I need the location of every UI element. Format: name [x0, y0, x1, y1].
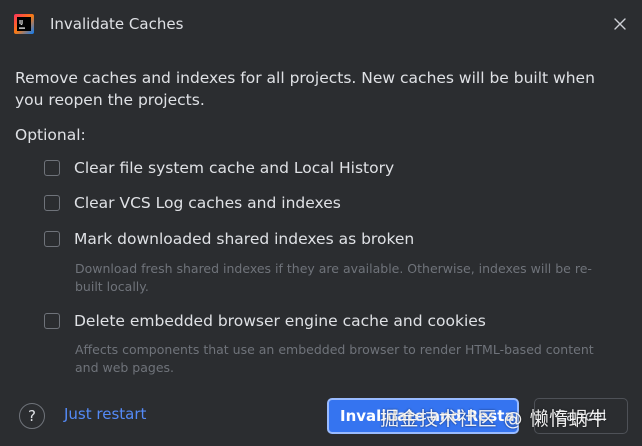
- checkbox-mark-shared-indexes-broken[interactable]: [44, 231, 60, 247]
- optional-label: Optional:: [15, 126, 86, 144]
- checkbox-clear-vcs-log[interactable]: [44, 195, 60, 211]
- option-label[interactable]: Mark downloaded shared indexes as broken: [74, 230, 414, 248]
- option-clear-vcs-log[interactable]: Clear VCS Log caches and indexes: [44, 192, 341, 214]
- option-label[interactable]: Clear file system cache and Local Histor…: [74, 159, 394, 177]
- help-button[interactable]: ?: [19, 403, 45, 429]
- just-restart-link[interactable]: Just restart: [64, 405, 146, 423]
- intellij-idea-icon: IJ: [14, 14, 34, 34]
- dialog-title: Invalidate Caches: [50, 15, 184, 33]
- option-hint-shared-indexes: Download fresh shared indexes if they ar…: [75, 261, 592, 294]
- svg-text:IJ: IJ: [19, 20, 23, 26]
- dialog-description: Remove caches and indexes for all projec…: [15, 69, 595, 109]
- option-delete-browser-cache[interactable]: Delete embedded browser engine cache and…: [44, 310, 486, 332]
- question-mark-icon: ?: [28, 407, 36, 425]
- checkbox-clear-file-system-cache[interactable]: [44, 160, 60, 176]
- option-mark-shared-indexes-broken[interactable]: Mark downloaded shared indexes as broken: [44, 228, 414, 250]
- invalidate-caches-dialog: IJ Invalidate Caches Remove caches and i…: [0, 0, 642, 446]
- option-label[interactable]: Clear VCS Log caches and indexes: [74, 194, 341, 212]
- checkbox-delete-browser-cache[interactable]: [44, 313, 60, 329]
- close-icon[interactable]: [612, 16, 628, 32]
- option-clear-file-system-cache[interactable]: Clear file system cache and Local Histor…: [44, 157, 394, 179]
- title-bar: IJ Invalidate Caches: [0, 0, 642, 50]
- invalidate-and-restart-button[interactable]: Invalidate and Restart: [327, 398, 519, 434]
- option-label[interactable]: Delete embedded browser engine cache and…: [74, 312, 486, 330]
- cancel-button[interactable]: Cancel: [534, 398, 628, 434]
- option-hint-browser-cache: Affects components that use an embedded …: [75, 342, 594, 375]
